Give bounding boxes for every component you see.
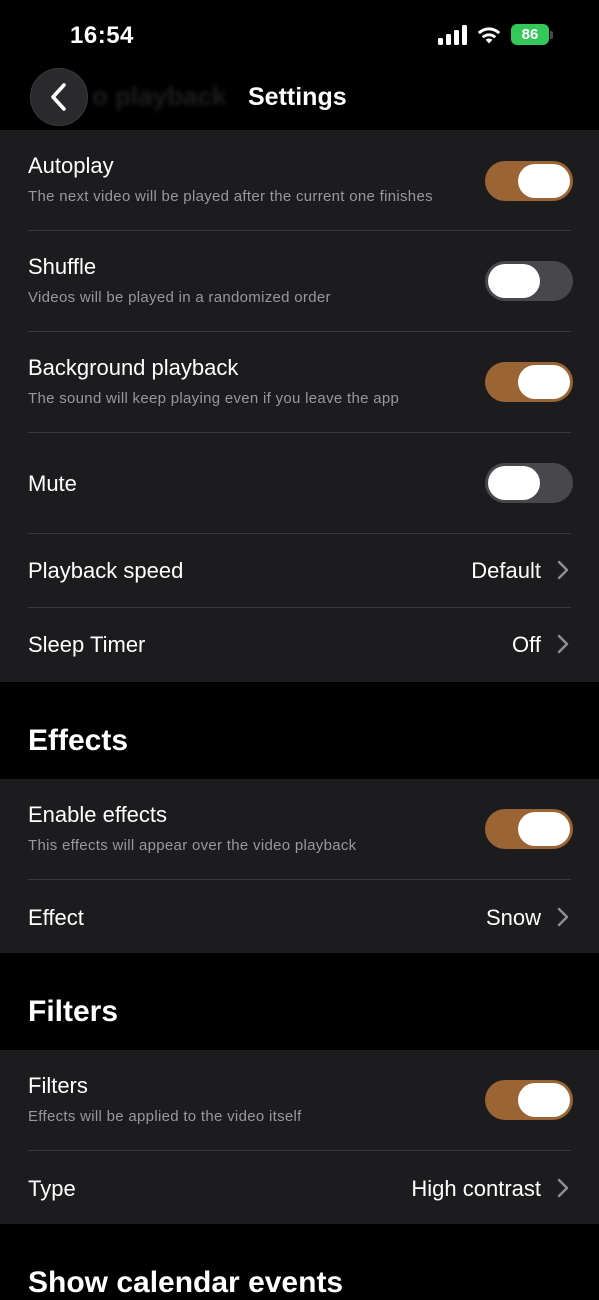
- cellular-signal-icon: [438, 24, 467, 45]
- sleep-timer-value: Off: [512, 632, 541, 657]
- playback-speed-row[interactable]: Playback speed Default: [0, 533, 599, 607]
- back-button[interactable]: [30, 68, 88, 126]
- effects-section-header: Effects: [28, 724, 129, 757]
- effect-value: Snow: [485, 905, 541, 930]
- previous-title-ghost: o playback: [92, 81, 227, 111]
- navigation-bar: o playback Settings: [0, 64, 599, 130]
- enable-effects-subtitle: This effects will appear over the video …: [28, 837, 357, 854]
- mute-title: Mute: [28, 471, 77, 496]
- chevron-right-icon: [557, 634, 569, 654]
- filters-settings-group: Filters Effects will be applied to the v…: [0, 1050, 599, 1224]
- playback-settings-group: Autoplay The next video will be played a…: [0, 130, 599, 682]
- sleep-timer-row[interactable]: Sleep Timer Off: [0, 607, 599, 682]
- shuffle-toggle[interactable]: [485, 261, 573, 301]
- effect-title: Effect: [28, 905, 84, 930]
- playback-speed-value: Default: [471, 558, 541, 583]
- filter-type-row[interactable]: Type High contrast: [0, 1150, 599, 1224]
- effect-row[interactable]: Effect Snow: [0, 879, 599, 953]
- filters-title: Filters: [28, 1073, 88, 1098]
- filter-type-title: Type: [28, 1176, 76, 1201]
- effects-settings-group: Enable effects This effects will appear …: [0, 779, 599, 953]
- background-playback-toggle[interactable]: [485, 362, 573, 402]
- chevron-right-icon: [557, 1178, 569, 1198]
- enable-effects-toggle[interactable]: [485, 809, 573, 849]
- battery-icon: 86: [511, 24, 553, 45]
- sleep-timer-title: Sleep Timer: [28, 632, 146, 657]
- background-playback-row[interactable]: Background playback The sound will keep …: [0, 331, 599, 432]
- playback-speed-title: Playback speed: [28, 558, 184, 583]
- enable-effects-title: Enable effects: [28, 802, 168, 827]
- enable-effects-row[interactable]: Enable effects This effects will appear …: [0, 779, 599, 879]
- battery-level: 86: [511, 24, 549, 45]
- autoplay-row[interactable]: Autoplay The next video will be played a…: [0, 130, 599, 230]
- filters-subtitle: Effects will be applied to the video its…: [28, 1108, 302, 1125]
- filters-toggle[interactable]: [485, 1080, 573, 1120]
- filter-type-value: High contrast: [411, 1176, 541, 1201]
- autoplay-subtitle: The next video will be played after the …: [28, 188, 433, 205]
- autoplay-toggle[interactable]: [485, 161, 573, 201]
- wifi-icon: [477, 26, 501, 43]
- status-time: 16:54: [70, 22, 134, 49]
- filters-row[interactable]: Filters Effects will be applied to the v…: [0, 1050, 599, 1150]
- autoplay-title: Autoplay: [28, 153, 114, 178]
- background-playback-subtitle: The sound will keep playing even if you …: [28, 390, 400, 407]
- shuffle-title: Shuffle: [28, 254, 97, 279]
- mute-toggle[interactable]: [485, 463, 573, 503]
- chevron-right-icon: [557, 907, 569, 927]
- shuffle-subtitle: Videos will be played in a randomized or…: [28, 289, 331, 306]
- calendar-section-header: Show calendar events: [28, 1266, 344, 1299]
- status-bar: 16:54 86: [0, 0, 599, 64]
- background-playback-title: Background playback: [28, 355, 239, 380]
- shuffle-row[interactable]: Shuffle Videos will be played in a rando…: [0, 230, 599, 331]
- page-title: Settings: [248, 83, 347, 111]
- chevron-right-icon: [557, 560, 569, 580]
- status-icons: 86: [438, 24, 553, 45]
- chevron-left-icon: [51, 83, 66, 111]
- mute-row[interactable]: Mute: [0, 432, 599, 533]
- filters-section-header: Filters: [28, 995, 119, 1028]
